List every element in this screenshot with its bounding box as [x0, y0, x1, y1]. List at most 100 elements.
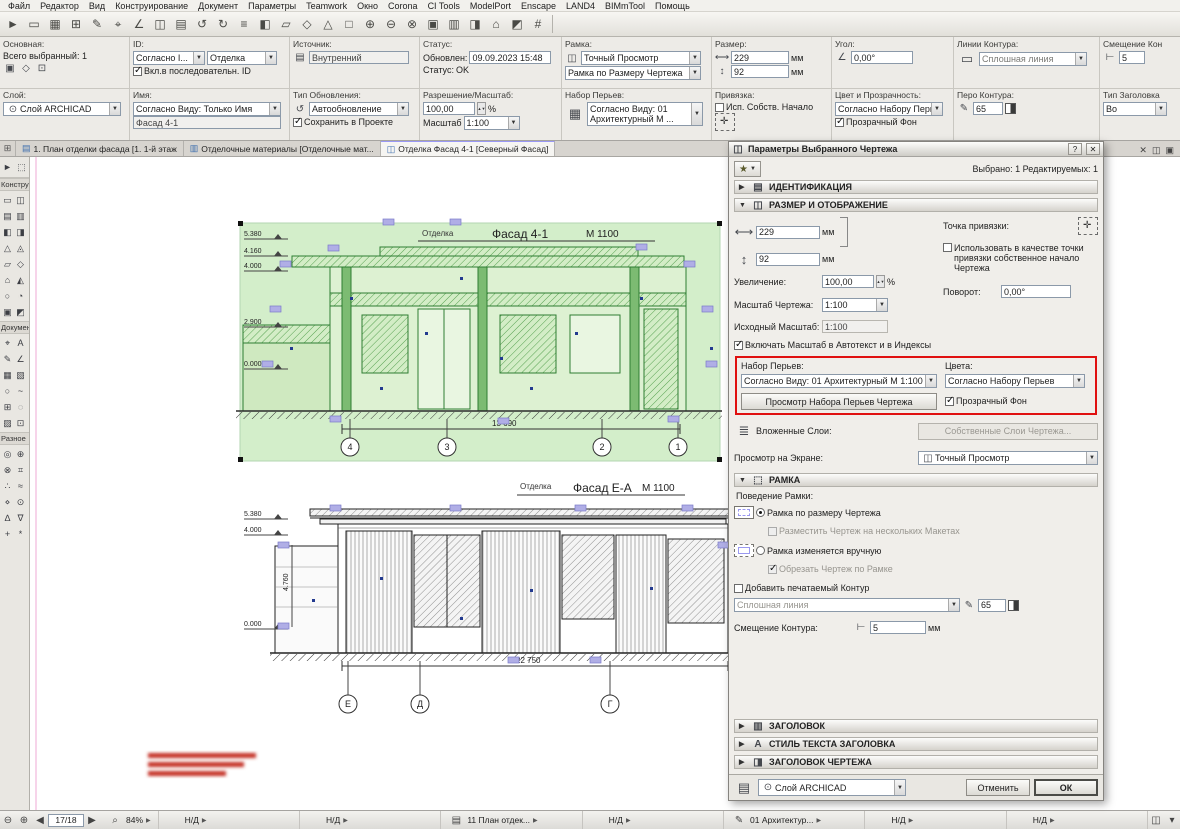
toolbar-icon[interactable]: ✎: [87, 14, 107, 34]
rotation-field[interactable]: 0,00°: [1001, 285, 1071, 298]
tool-icon[interactable]: ◨: [14, 224, 27, 240]
color-mode-combo[interactable]: Согласно Набору Перьев ▼: [835, 102, 943, 116]
toolbar-icon[interactable]: ▥: [444, 14, 464, 34]
settings-icon[interactable]: ▣: [3, 62, 17, 75]
own-layers-button[interactable]: Собственные Слои Чертежа...: [918, 422, 1098, 440]
toolbar-icon[interactable]: ▤: [171, 14, 191, 34]
onscreen-combo[interactable]: ◫ Точный Просмотр ▼: [918, 451, 1098, 465]
tool-icon[interactable]: ◭: [14, 272, 27, 288]
toolbar-icon[interactable]: △: [318, 14, 338, 34]
penset-combo[interactable]: Согласно Виду: 01 Архитектурный М 1:100 ▼: [741, 374, 937, 388]
toolbar-icon[interactable]: ⊖: [381, 14, 401, 34]
palette-section-construct[interactable]: Конструиро: [0, 178, 29, 191]
id-by-combo[interactable]: Согласно I... ▼: [133, 51, 205, 65]
tab-materials[interactable]: ▥ Отделочные материалы [Отделочные мат..…: [183, 141, 381, 156]
tool-icon[interactable]: ⌖: [1, 335, 14, 351]
ok-button[interactable]: ОК: [1034, 779, 1098, 796]
tool-icon[interactable]: ◌: [14, 399, 27, 415]
toolbar-icon[interactable]: ⊕: [360, 14, 380, 34]
toolbar-icon[interactable]: ▭: [24, 14, 44, 34]
prev-page-icon[interactable]: ◀: [32, 815, 48, 826]
menu-item[interactable]: LAND4: [561, 1, 600, 11]
toolbar-icon[interactable]: ↻: [213, 14, 233, 34]
title-type-combo[interactable]: Во ▼: [1103, 102, 1167, 116]
height-field[interactable]: 92: [731, 65, 789, 78]
crop-checkbox[interactable]: [768, 563, 777, 574]
toolbar-icon[interactable]: ▦: [45, 14, 65, 34]
pen-color-chip[interactable]: [1005, 103, 1016, 114]
tool-icon[interactable]: ◔: [14, 288, 27, 304]
menu-item[interactable]: Помощь: [650, 1, 695, 11]
dialog-titlebar[interactable]: ◫ Параметры Выбранного Чертежа ? ✕: [729, 142, 1103, 157]
include-scale-checkbox[interactable]: [734, 339, 743, 350]
store-in-project-checkbox[interactable]: [293, 116, 302, 127]
drawing-fasad-e-a[interactable]: Отделка Фасад Е-А М 1100 22 750 Е Д Г 5.…: [244, 481, 736, 714]
tool-icon[interactable]: *: [14, 526, 27, 542]
menu-item[interactable]: Параметры: [243, 1, 301, 11]
next-page-icon[interactable]: ▶: [84, 815, 100, 826]
tool-icon[interactable]: ▣: [1, 304, 14, 320]
statusbar-item[interactable]: Н/Д ▶: [865, 811, 1007, 829]
toolbar-icon[interactable]: ◧: [255, 14, 275, 34]
printable-contour-checkbox[interactable]: [734, 583, 743, 593]
tool-icon[interactable]: ▱: [1, 256, 14, 272]
pen-color-chip[interactable]: [1008, 599, 1019, 611]
menu-item[interactable]: Окно: [352, 1, 383, 11]
statusbar-item[interactable]: Н/Д ▶: [583, 811, 725, 829]
toolbar-icon[interactable]: ◨: [465, 14, 485, 34]
tool-icon[interactable]: ⋄: [1, 494, 14, 510]
penset-combo[interactable]: Согласно Виду: 01 Архитектурный М ... ▼: [587, 102, 703, 126]
tool-icon[interactable]: ▤: [1, 208, 14, 224]
tool-icon[interactable]: ⊙: [14, 494, 27, 510]
statusbar-item[interactable]: ▤ 11 План отдек... ▶: [441, 811, 583, 829]
tool-icon[interactable]: ∇: [14, 510, 27, 526]
page-field[interactable]: 17/18: [48, 813, 84, 827]
tab-overview-icon[interactable]: ⊞: [0, 141, 16, 156]
tool-icon[interactable]: ∆: [1, 510, 14, 526]
tool-icon[interactable]: △: [1, 240, 14, 256]
frame-manual-radio[interactable]: [756, 546, 765, 555]
tool-icon[interactable]: ▨: [1, 415, 14, 431]
favorites-button[interactable]: ★ ▼: [734, 161, 761, 177]
tool-icon[interactable]: ⊗: [1, 462, 14, 478]
magnify-field[interactable]: 100,00: [822, 275, 874, 288]
panel-icon[interactable]: ◫: [1152, 145, 1161, 156]
toolbar-icon[interactable]: ◫: [150, 14, 170, 34]
help-button[interactable]: ?: [1068, 143, 1082, 155]
preview-combo[interactable]: Точный Просмотр ▼: [581, 51, 701, 65]
toolbar-icon[interactable]: ↺: [192, 14, 212, 34]
contour-offset-field[interactable]: 5: [870, 621, 926, 634]
toolbar-icon[interactable]: ⌖: [108, 14, 128, 34]
panel-icon[interactable]: ▣: [1165, 145, 1174, 156]
zoom-in-icon[interactable]: ⊕: [16, 815, 32, 826]
toolbar-icon[interactable]: ◇: [297, 14, 317, 34]
tool-icon[interactable]: A: [14, 335, 27, 351]
toolbar-icon[interactable]: ▱: [276, 14, 296, 34]
drawing-width-field[interactable]: 229: [756, 225, 820, 239]
arrow-tool-icon[interactable]: ►: [1, 159, 14, 175]
tab-plan[interactable]: ▤ 1. План отделки фасада [1. 1-й этаж: [16, 141, 184, 156]
section-frame[interactable]: ▼ ⬚ РАМКА: [734, 473, 1098, 487]
toolbar-icon[interactable]: ⊗: [402, 14, 422, 34]
pen-field[interactable]: 65: [973, 102, 1003, 115]
tool-icon[interactable]: ∴: [1, 478, 14, 494]
layer-combo[interactable]: ⊙ Слой ARCHICAD ▼: [758, 779, 906, 796]
transparent-bg-checkbox[interactable]: [835, 116, 844, 127]
tool-icon[interactable]: ◬: [14, 240, 27, 256]
name-by-combo[interactable]: Согласно Виду: Только Имя ▼: [133, 102, 281, 116]
contour-linetype-combo[interactable]: Сплошная линия ▼: [734, 598, 960, 612]
tool-icon[interactable]: ⊡: [14, 415, 27, 431]
transparent-bg-checkbox[interactable]: [945, 395, 954, 406]
toolbar-icon[interactable]: ►: [3, 14, 23, 34]
sequential-id-checkbox[interactable]: [133, 65, 142, 76]
anchor-point-icon[interactable]: [715, 113, 735, 131]
statusbar-item[interactable]: Н/Д ▶: [159, 811, 300, 829]
toolbar-icon[interactable]: ◩: [507, 14, 527, 34]
menu-item[interactable]: Enscape: [516, 1, 561, 11]
anchor-point-selector[interactable]: [1078, 217, 1098, 235]
angle-field[interactable]: 0,00°: [851, 51, 913, 64]
tool-icon[interactable]: ∠: [14, 351, 27, 367]
tool-icon[interactable]: ◫: [14, 192, 27, 208]
section-size-display[interactable]: ▼ ◫ РАЗМЕР И ОТОБРАЖЕНИЕ: [734, 198, 1098, 212]
tool-icon[interactable]: ◇: [14, 256, 27, 272]
